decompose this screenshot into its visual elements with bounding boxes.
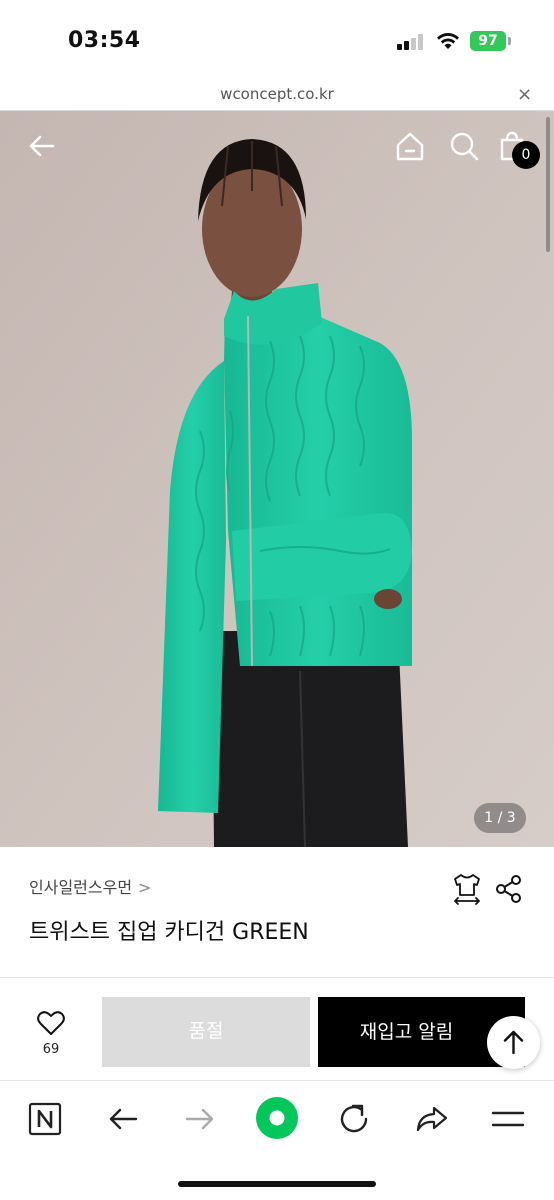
close-icon[interactable]: × [517,84,532,105]
share-icon[interactable] [494,874,524,904]
home-indicator [178,1181,376,1187]
green-circle-icon[interactable] [255,1096,299,1140]
like-count: 69 [42,1042,60,1057]
heart-icon [37,1011,65,1035]
status-time: 03:54 [68,28,141,53]
browser-forward-icon[interactable] [182,1101,218,1137]
divider [0,977,554,978]
status-bar: 03:54 97 [0,0,554,78]
naver-n-icon[interactable] [27,1101,63,1137]
reload-icon[interactable] [336,1101,372,1137]
scroll-indicator [546,117,550,252]
page-indicator: 1 / 3 [474,803,526,833]
product-photo [0,111,554,847]
menu-icon[interactable] [490,1101,526,1137]
share-forward-icon[interactable] [414,1101,450,1137]
chevron-right-icon: > [138,878,152,897]
soldout-button[interactable]: 품절 [102,997,310,1067]
arrow-up-icon [503,1030,524,1055]
like-button[interactable]: 69 [30,1010,72,1060]
brand-link[interactable]: 인사일런스우먼 > [29,874,151,898]
browser-back-icon[interactable] [105,1101,141,1137]
product-image-carousel[interactable]: 1 / 3 [0,111,554,847]
wifi-icon [437,33,459,49]
battery-indicator: 97 [470,31,506,51]
signal-icon [397,34,425,50]
arrow-left-icon[interactable] [26,130,58,162]
battery-cap [508,37,511,45]
brand-name: 인사일런스우먼 [29,878,133,897]
home-icon[interactable] [395,131,425,161]
address-bar[interactable]: wconcept.co.kr × [0,78,554,111]
product-title: 트위스트 집업 카디건 GREEN [29,920,309,945]
cart-count-badge: 0 [512,141,540,169]
size-guide-icon[interactable] [452,872,482,906]
scroll-top-button[interactable] [487,1016,540,1069]
search-icon[interactable] [449,131,479,161]
url-text[interactable]: wconcept.co.kr [0,85,554,103]
